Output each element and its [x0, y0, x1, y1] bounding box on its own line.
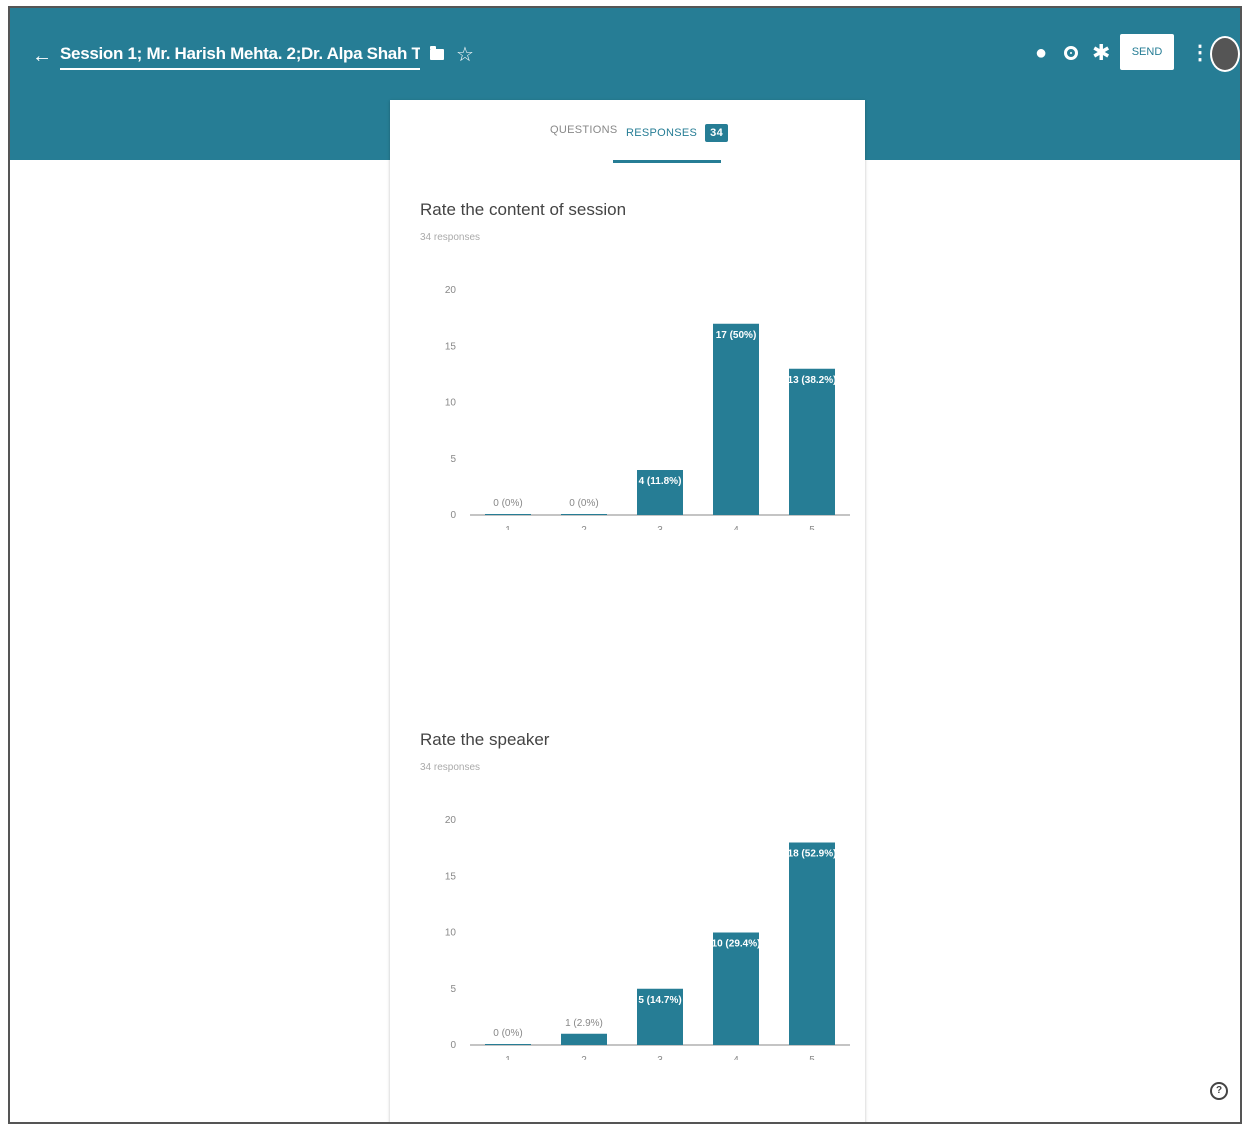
preview-eye-icon[interactable] [1064, 46, 1078, 60]
x-tick-label: 2 [581, 525, 587, 530]
data-label: 18 (52.9%) [788, 849, 837, 860]
x-tick-label: 4 [733, 525, 739, 530]
star-icon[interactable]: ☆ [456, 42, 474, 67]
x-tick-label: 5 [809, 525, 815, 530]
bar-chart-speaker: 0 5 10 15 20 0 (0%) 1 1 (2.9%) 2 5 (14.7%) 3 10 (29… [445, 815, 850, 1060]
x-tick-label: 3 [657, 525, 663, 530]
more-vert-icon[interactable]: ⋮ [1190, 40, 1210, 65]
x-tick-label: 4 [733, 1055, 739, 1060]
bar [789, 842, 835, 1045]
tab-responses-label: RESPONSES [626, 127, 698, 139]
send-button[interactable]: SEND [1120, 34, 1174, 70]
bar [485, 1044, 531, 1045]
y-tick-label: 15 [445, 341, 457, 352]
bar [561, 1033, 607, 1045]
form-panel: QUESTIONS RESPONSES 34 Rate the content o… [390, 100, 865, 1122]
back-arrow-icon[interactable]: ← [32, 46, 52, 66]
bar-chart-content: 0 5 10 15 20 0 (0%) 1 0 (0%) 2 4 (11.8%) 3 17 (50%)… [445, 285, 850, 530]
y-tick-label: 15 [445, 871, 457, 882]
bar [789, 368, 835, 515]
y-tick-label: 0 [450, 1040, 456, 1051]
data-label: 0 (0%) [493, 1028, 522, 1039]
data-label: 5 (14.7%) [638, 995, 681, 1006]
question-title: Rate the content of session [420, 200, 627, 219]
data-label: 17 (50%) [716, 330, 757, 341]
y-tick-label: 5 [450, 454, 456, 465]
y-tick-label: 5 [450, 984, 456, 995]
x-tick-label: 1 [505, 525, 511, 530]
tab-bar: QUESTIONS RESPONSES 34 [390, 100, 865, 164]
response-count: 34 responses [420, 232, 481, 243]
x-tick-label: 3 [657, 1055, 663, 1060]
data-label: 13 (38.2%) [788, 375, 837, 386]
app-window: ← Session 1; Mr. Harish Mehta. 2;Dr. Alp… [8, 6, 1242, 1124]
x-tick-label: 1 [505, 1055, 511, 1060]
y-tick-label: 0 [450, 510, 456, 521]
bar [485, 514, 531, 515]
data-label: 1 (2.9%) [565, 1018, 603, 1029]
folder-icon[interactable] [430, 46, 444, 60]
bar [561, 514, 607, 515]
x-tick-label: 2 [581, 1055, 587, 1060]
y-tick-label: 20 [445, 815, 457, 826]
data-label: 4 (11.8%) [639, 476, 682, 487]
form-title[interactable]: Session 1; Mr. Harish Mehta. 2;Dr. Alpa … [60, 44, 420, 70]
x-tick-label: 5 [809, 1055, 815, 1060]
avatar[interactable] [1210, 36, 1240, 72]
gear-icon[interactable]: ✱ [1092, 40, 1110, 66]
y-tick-label: 20 [445, 285, 457, 296]
question-section-content: Rate the content of session 34 responses… [390, 200, 865, 530]
tab-responses[interactable]: RESPONSES 34 [626, 124, 729, 142]
responses-count-badge: 34 [705, 124, 729, 142]
question-title: Rate the speaker [420, 730, 550, 749]
data-label: 10 (29.4%) [712, 939, 761, 950]
data-label: 0 (0%) [493, 498, 522, 509]
tab-questions[interactable]: QUESTIONS [550, 124, 618, 136]
active-tab-indicator [613, 160, 721, 163]
y-tick-label: 10 [445, 928, 457, 939]
palette-icon[interactable]: ● [1035, 42, 1047, 65]
bar [713, 323, 759, 515]
help-icon[interactable]: ? [1210, 1082, 1228, 1100]
data-label: 0 (0%) [569, 498, 598, 509]
question-section-speaker: Rate the speaker 34 responses 0 5 10 15 20 0 … [390, 730, 865, 1060]
response-count: 34 responses [420, 762, 481, 773]
y-tick-label: 10 [445, 398, 457, 409]
